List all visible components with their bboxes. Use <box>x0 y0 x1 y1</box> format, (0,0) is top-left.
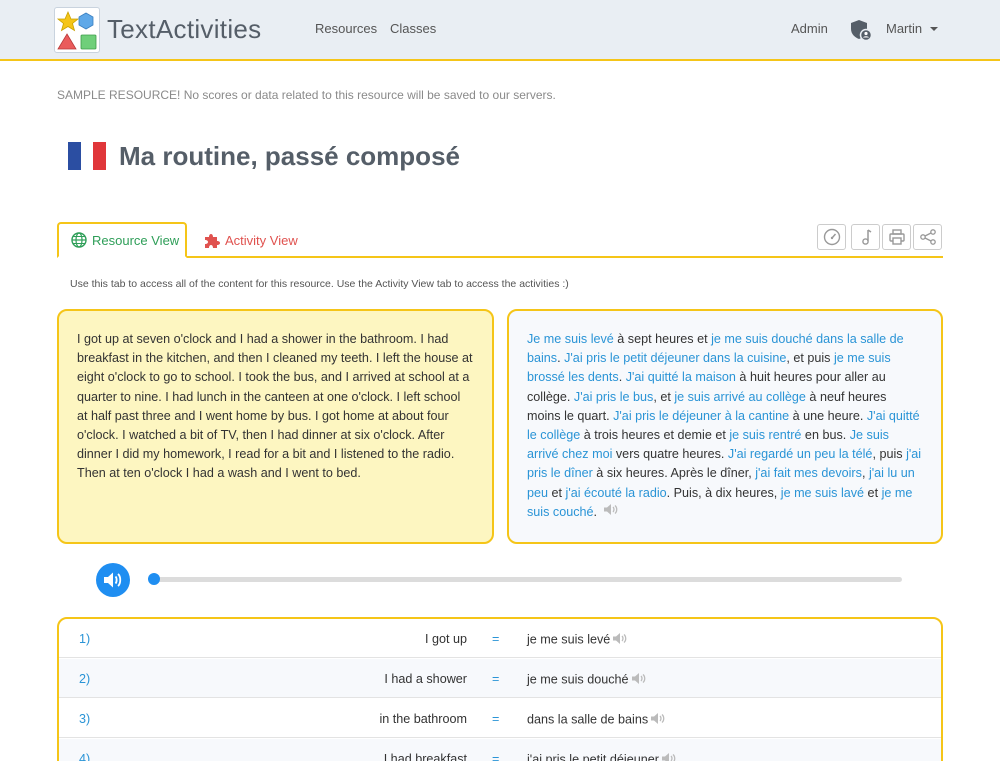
row-number: 3) <box>79 712 91 726</box>
table-row: 2) I had a shower = je me suis douché <box>59 659 941 698</box>
french-phrase-link[interactable]: J'ai quitté la maison <box>626 370 736 384</box>
french-text-segment: à trois heures et demie et <box>580 428 730 443</box>
print-button[interactable] <box>882 224 911 250</box>
audio-progress-track[interactable] <box>152 577 902 582</box>
equals-sign: = <box>492 712 500 726</box>
play-audio-button[interactable] <box>96 563 130 597</box>
french-text-segment: , <box>861 466 869 481</box>
tab-resource-view[interactable]: Resource View <box>57 222 187 258</box>
french-phrase-link[interactable]: je suis arrivé au collège <box>674 390 806 404</box>
logo[interactable] <box>54 7 100 53</box>
english-phrase: I got up <box>424 632 467 646</box>
french-text-segment: . Puis, à dix heures, <box>666 485 781 500</box>
vocab-table: 1) I got up = je me suis levé 2) I had a… <box>57 617 943 761</box>
french-phrase-link[interactable]: je suis rentré <box>729 428 801 442</box>
french-phrase-link[interactable]: j'ai écouté la radio <box>566 486 667 500</box>
french-phrase-link[interactable]: je me suis lavé <box>781 486 864 500</box>
printer-icon <box>888 229 905 245</box>
french-phrase: je me suis douché <box>527 672 647 688</box>
english-phrase: in the bathroom <box>379 712 467 726</box>
speaker-icon[interactable] <box>650 712 666 728</box>
row-number: 4) <box>79 752 91 761</box>
french-text-segment: , et puis <box>786 351 834 366</box>
page-title: Ma routine, passé composé <box>119 141 460 171</box>
sample-notice: SAMPLE RESOURCE! No scores or data relat… <box>57 88 556 102</box>
tab-resource-view-label: Resource View <box>92 232 180 248</box>
audio-progress-knob[interactable] <box>148 573 160 585</box>
french-text: Je me suis levé à sept heures et je me s… <box>527 332 921 519</box>
english-text: I got up at seven o'clock and I had a sh… <box>77 332 473 481</box>
french-phrase: j'ai pris le petit déjeuner <box>527 752 677 761</box>
speedometer-icon <box>823 228 840 246</box>
chevron-down-icon[interactable] <box>930 27 938 31</box>
table-row: 4) I had breakfast = j'ai pris le petit … <box>59 739 941 761</box>
user-shield-icon[interactable] <box>849 18 873 42</box>
share-icon <box>919 229 936 245</box>
french-phrase: dans la salle de bains <box>527 712 666 728</box>
french-phrase-link[interactable]: j'ai fait mes devoirs <box>755 466 862 480</box>
music-button[interactable] <box>851 224 880 250</box>
speaker-icon[interactable] <box>603 503 619 522</box>
nav-classes[interactable]: Classes <box>390 21 436 36</box>
row-number: 2) <box>79 672 91 686</box>
puzzle-icon <box>205 233 220 248</box>
speed-button[interactable] <box>817 224 846 250</box>
brand-name[interactable]: TextActivities <box>107 14 261 45</box>
row-number: 1) <box>79 632 91 646</box>
info-text: Use this tab to access all of the conten… <box>70 278 569 290</box>
tab-activity-view[interactable]: Activity View <box>203 222 298 258</box>
french-text-segment: . <box>593 504 598 519</box>
table-row: 3) in the bathroom = dans la salle de ba… <box>59 699 941 738</box>
english-text-panel: I got up at seven o'clock and I had a sh… <box>57 309 494 544</box>
speaker-icon <box>104 572 122 588</box>
french-text-segment: , et <box>653 389 675 404</box>
globe-icon <box>71 232 87 248</box>
french-phrase-link[interactable]: J'ai pris le déjeuner à la cantine <box>613 409 789 423</box>
french-text-panel: Je me suis levé à sept heures et je me s… <box>507 309 943 544</box>
table-row: 1) I got up = je me suis levé <box>59 619 941 658</box>
french-text-segment: et <box>864 485 882 500</box>
speaker-icon[interactable] <box>612 632 628 648</box>
french-flag-icon <box>68 142 107 170</box>
french-text-segment: à sept heures et <box>613 332 712 346</box>
english-phrase: I had a shower <box>384 672 467 686</box>
french-phrase-link[interactable]: J'ai regardé un peu la télé <box>728 447 873 461</box>
french-text-segment: , puis <box>872 447 907 462</box>
navbar: TextActivities Resources Classes Admin M… <box>0 0 1000 61</box>
equals-sign: = <box>492 672 500 686</box>
french-text-segment: . <box>618 370 626 385</box>
nav-resources[interactable]: Resources <box>315 21 377 36</box>
nav-admin[interactable]: Admin <box>791 21 828 36</box>
french-text-segment: à une heure. <box>789 408 867 423</box>
french-phrase-link[interactable]: J'ai pris le bus <box>574 390 653 404</box>
english-phrase: I had breakfast <box>383 752 467 761</box>
tab-activity-view-label: Activity View <box>225 232 298 248</box>
french-phrase-link[interactable]: Je me suis levé <box>527 332 614 346</box>
french-text-segment: vers quatre heures. <box>612 447 728 462</box>
french-text-segment: et <box>548 485 566 500</box>
equals-sign: = <box>492 752 500 761</box>
user-menu[interactable]: Martin <box>886 21 922 36</box>
french-phrase: je me suis levé <box>527 632 628 648</box>
french-text-segment: en bus. <box>801 428 850 443</box>
speaker-icon[interactable] <box>661 752 677 761</box>
share-button[interactable] <box>913 224 942 250</box>
equals-sign: = <box>492 632 500 646</box>
speaker-icon[interactable] <box>631 672 647 688</box>
french-text-segment: à six heures. Après le dîner, <box>592 466 756 481</box>
tab-divider <box>57 256 943 258</box>
french-phrase-link[interactable]: J'ai pris le petit déjeuner dans la cuis… <box>564 351 786 365</box>
music-note-icon <box>861 229 871 245</box>
